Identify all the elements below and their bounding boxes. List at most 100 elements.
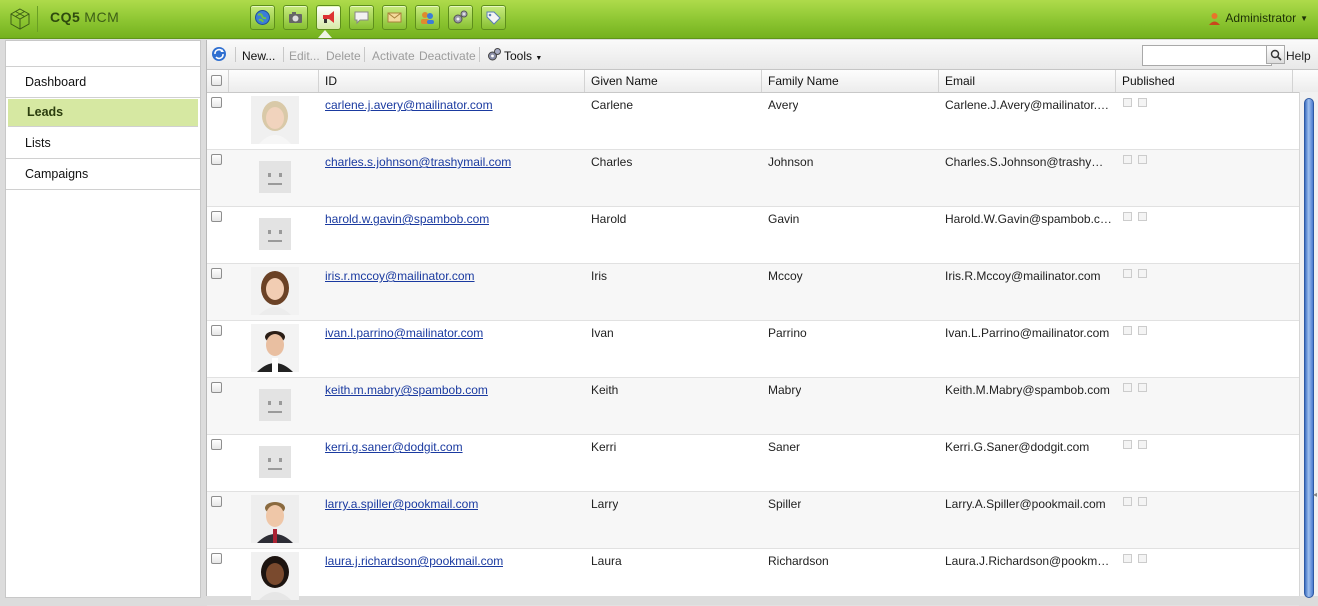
family-name-cell: Mabry [768,383,802,397]
row-checkbox[interactable] [211,211,222,222]
sidebar-item-lists[interactable]: Lists [6,128,200,159]
logo-divider [37,6,38,32]
table-row[interactable]: charles.s.johnson@trashymail.com Charles J… [207,150,1299,207]
email-cell: Carlene.J.Avery@mailinator.com [945,98,1113,112]
edit-button[interactable]: Edit... [289,49,320,63]
given-name-cell: Kerri [591,440,617,454]
lead-photo [251,153,299,201]
table-row[interactable]: carlene.j.avery@mailinator.com Carlene Ave… [207,93,1299,150]
cq5-logo-icon [10,8,30,30]
lead-id-link[interactable]: laura.j.richardson@pookmail.com [325,554,503,568]
published-flag-icon [1138,98,1147,107]
row-checkbox[interactable] [211,325,222,336]
row-checkbox[interactable] [211,382,222,393]
published-flag-icon [1138,269,1147,278]
websites-app-button[interactable] [250,5,275,30]
community-icon [421,12,434,24]
sidebar-item-campaigns[interactable]: Campaigns [6,159,200,190]
user-icon [1209,12,1221,25]
search-icon [1270,49,1282,61]
row-checkbox[interactable] [211,496,222,507]
lead-photo [251,381,299,429]
lead-id-link[interactable]: harold.w.gavin@spambob.com [325,212,489,226]
select-all-cell [207,70,229,92]
activate-button[interactable]: Activate [372,49,415,63]
family-name-cell: Richardson [768,554,829,568]
row-checkbox[interactable] [211,97,222,108]
dam-app-button[interactable] [283,5,308,30]
resize-handle[interactable]: ◂ [1313,490,1318,500]
column-header-family-name[interactable]: Family Name [762,70,939,92]
family-name-cell: Spiller [768,497,802,511]
app-switcher [250,5,506,31]
table-row[interactable]: harold.w.gavin@spambob.com Harold Gavin Har… [207,207,1299,264]
delete-button[interactable]: Delete [326,49,361,63]
tools-label: Tools [504,49,533,63]
published-flag-icon [1123,554,1132,563]
tools-app-button[interactable] [448,5,473,30]
lead-id-link[interactable]: charles.s.johnson@trashymail.com [325,155,511,169]
email-cell: Larry.A.Spiller@pookmail.com [945,497,1106,511]
search-button[interactable] [1266,45,1285,64]
deactivate-button[interactable]: Deactivate [419,49,476,63]
column-header-published[interactable]: Published [1116,70,1293,92]
published-flag-icon [1123,212,1132,221]
scrollbar-thumb[interactable] [1304,98,1314,598]
lead-id-link[interactable]: iris.r.mccoy@mailinator.com [325,269,475,283]
published-flag-icon [1138,497,1147,506]
given-name-cell: Harold [591,212,627,226]
sidebar: Dashboard Leads Lists Campaigns [5,40,201,598]
lead-photo [251,210,299,258]
search-input[interactable] [1142,45,1272,66]
top-bar: CQ5 MCM Administrator ▼ [0,0,1318,39]
published-flag-icon [1138,554,1147,563]
user-name: Administrator [1225,11,1297,25]
users-app-button[interactable] [415,5,440,30]
table-row[interactable]: larry.a.spiller@pookmail.com Larry Spiller… [207,492,1299,549]
row-checkbox[interactable] [211,553,222,564]
table-row[interactable]: keith.m.mabry@spambob.com Keith Mabry Keith… [207,378,1299,435]
email-cell: Keith.M.Mabry@spambob.com [945,383,1110,397]
given-name-cell: Keith [591,383,619,397]
tagging-app-button[interactable] [481,5,506,30]
new-button[interactable]: New... [242,49,275,63]
published-flag-icon [1138,212,1147,221]
refresh-icon[interactable] [211,46,227,62]
vertical-scrollbar[interactable] [1299,92,1318,598]
sidebar-item-leads[interactable]: Leads [8,99,198,127]
leads-grid-panel: New... Edit... Delete Activate Deactivat… [206,40,1318,606]
select-all-checkbox[interactable] [211,75,222,86]
lead-id-link[interactable]: larry.a.spiller@pookmail.com [325,497,478,511]
family-name-cell: Gavin [768,212,800,226]
lead-id-link[interactable]: carlene.j.avery@mailinator.com [325,98,493,112]
lead-id-link[interactable]: keith.m.mabry@spambob.com [325,383,488,397]
table-row[interactable]: kerri.g.saner@dodgit.com Kerri Saner Kerri.… [207,435,1299,492]
row-checkbox[interactable] [211,268,222,279]
community-app-button[interactable] [349,5,374,30]
tag-icon [486,11,501,25]
tools-menu-button[interactable]: Tools ▼ [504,49,542,63]
table-row[interactable]: laura.j.richardson@pookmail.com Laura Rich… [207,549,1299,606]
email-cell: Harold.W.Gavin@spambob.com [945,212,1113,226]
published-flag-icon [1138,155,1147,164]
table-row[interactable]: iris.r.mccoy@mailinator.com Iris Mccoy Iris… [207,264,1299,321]
sidebar-item-dashboard[interactable]: Dashboard [6,67,200,98]
lead-photo [251,324,299,372]
help-button[interactable]: Help [1286,49,1311,63]
toolbar-divider [235,47,236,62]
column-header-email[interactable]: Email [939,70,1116,92]
campaigns-app-button[interactable] [316,5,341,30]
mail-app-button[interactable] [382,5,407,30]
lead-id-link[interactable]: kerri.g.saner@dodgit.com [325,440,463,454]
sidebar-header [6,41,200,67]
row-checkbox[interactable] [211,154,222,165]
brand-title: CQ5 MCM [50,9,119,25]
lead-id-link[interactable]: ivan.l.parrino@mailinator.com [325,326,483,340]
column-header-given-name[interactable]: Given Name [585,70,762,92]
table-row[interactable]: ivan.l.parrino@mailinator.com Ivan Parrino… [207,321,1299,378]
user-menu[interactable]: Administrator ▼ [1208,11,1308,25]
family-name-cell: Mccoy [768,269,803,283]
row-checkbox[interactable] [211,439,222,450]
grid-header: ID Given Name Family Name Email Publishe… [207,70,1318,93]
column-header-id[interactable]: ID [319,70,585,92]
